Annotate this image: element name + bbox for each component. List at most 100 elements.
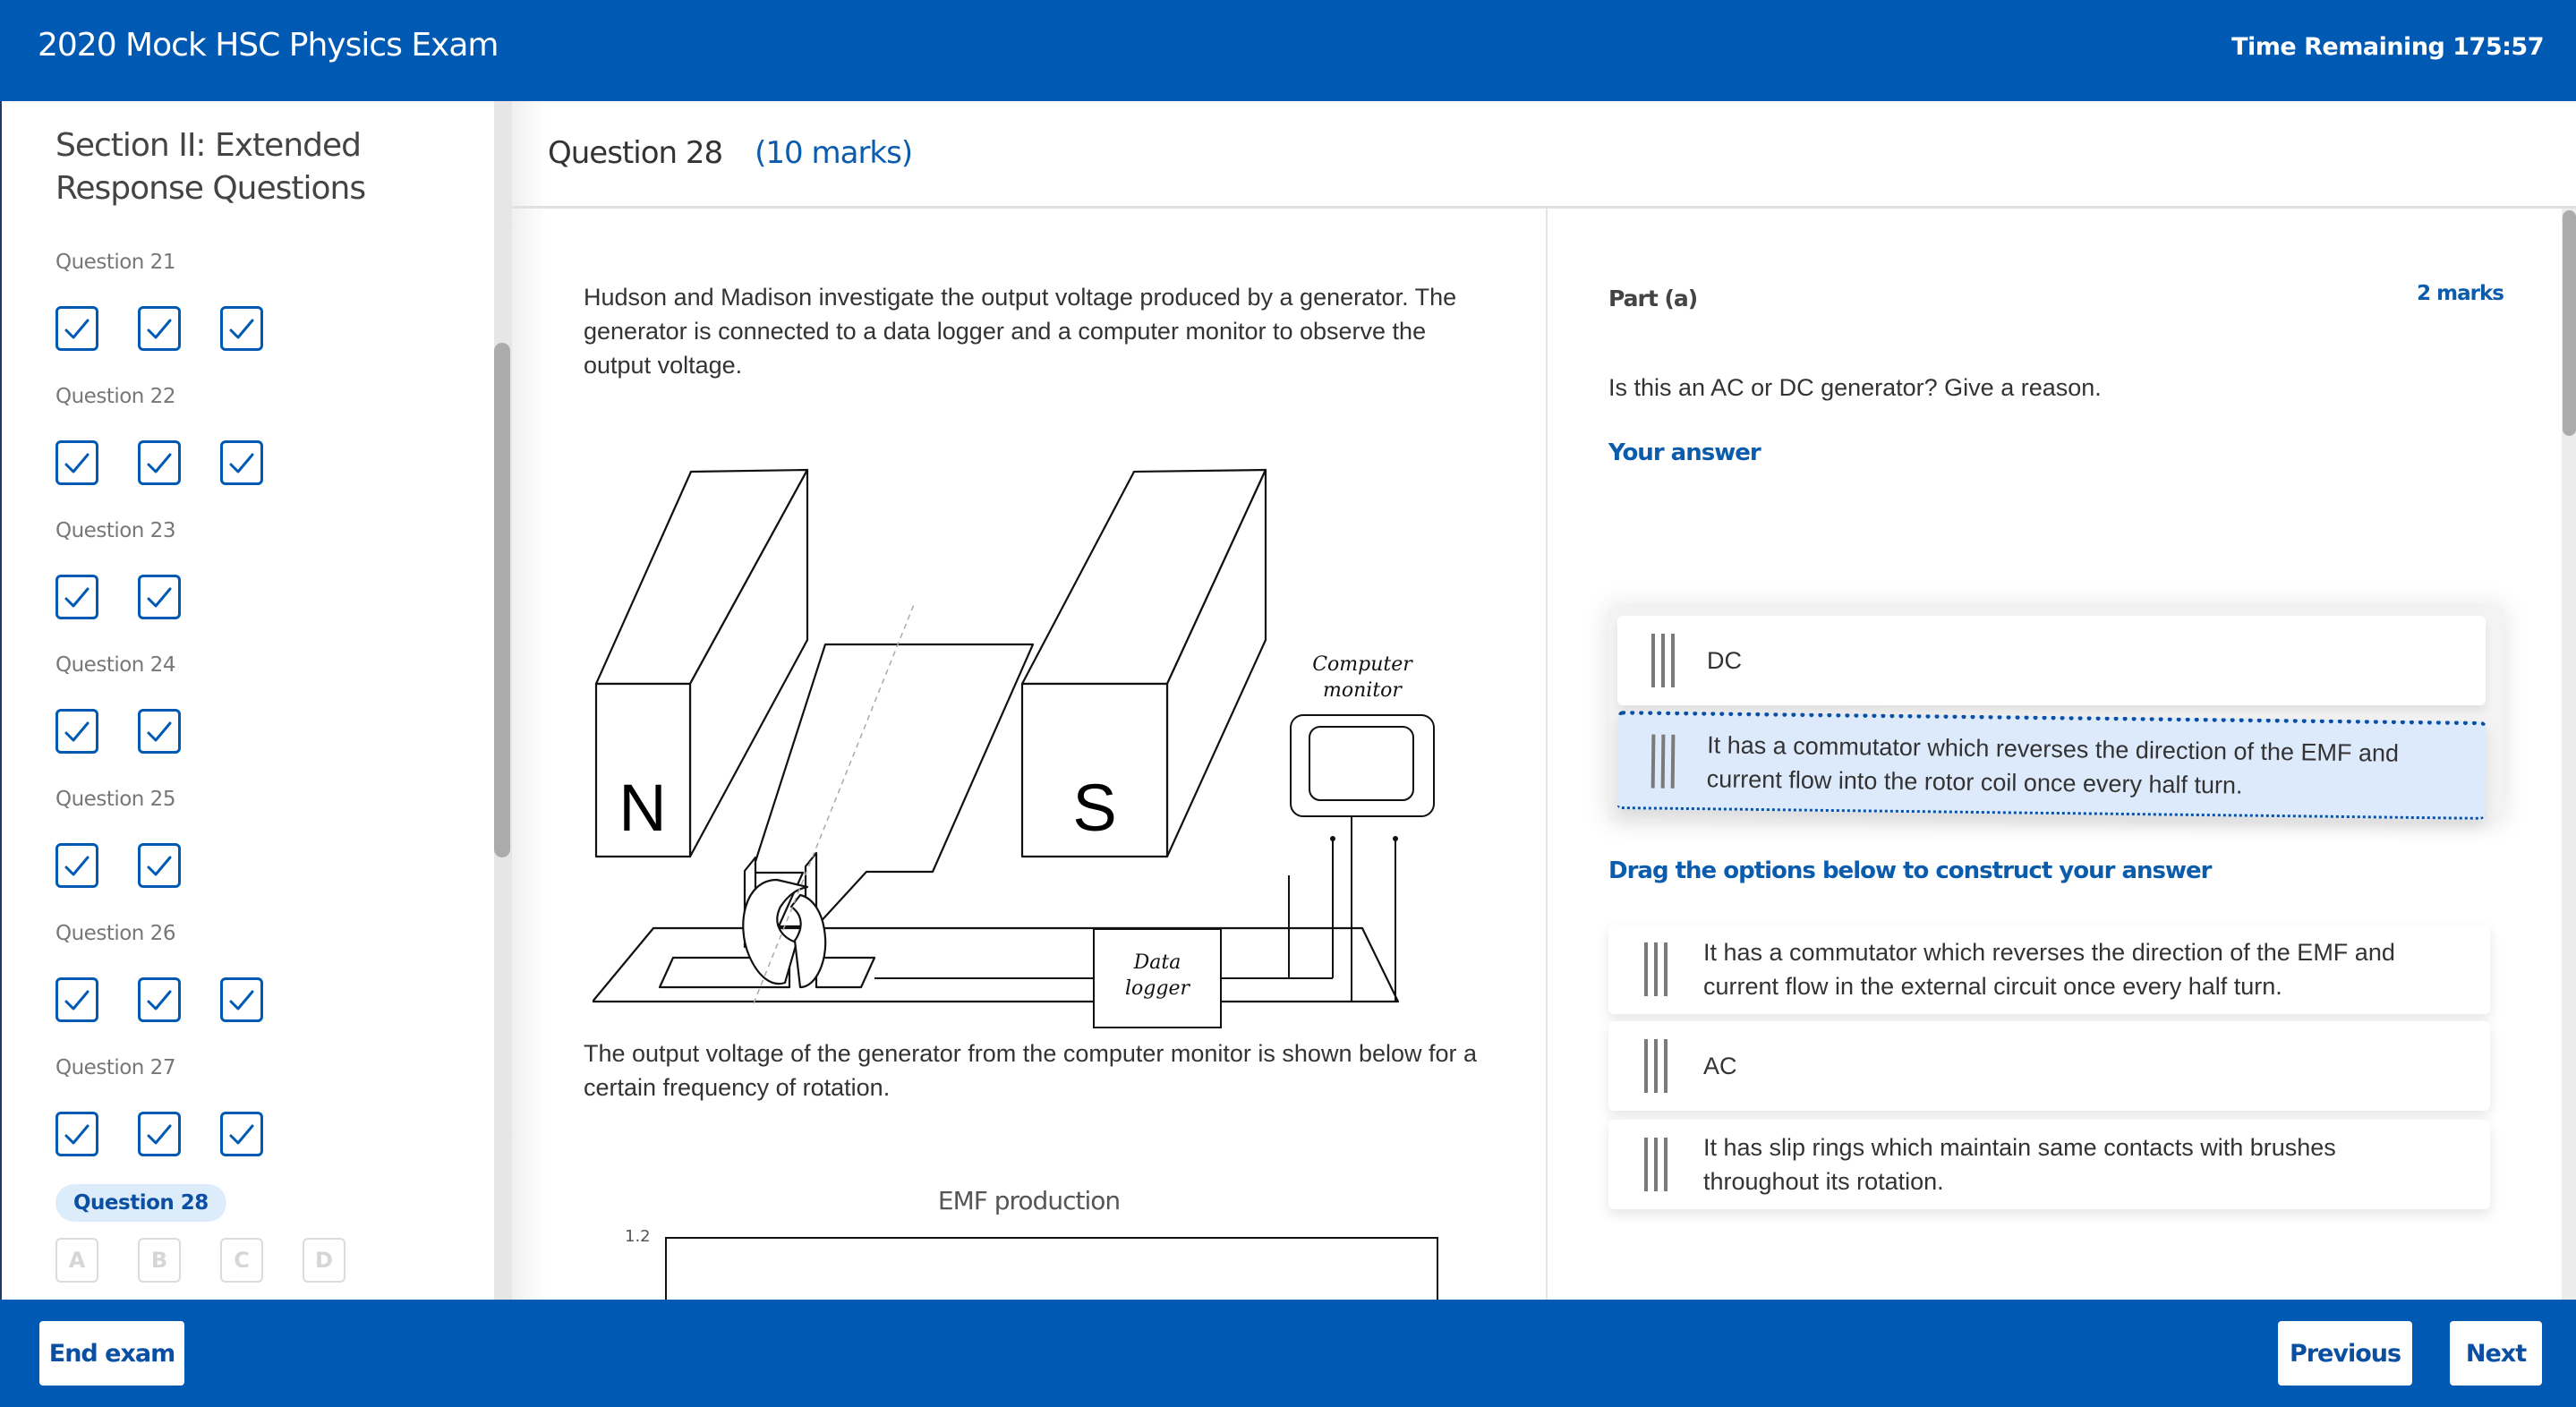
question-label[interactable]: Question 27 [55, 1056, 263, 1085]
question-group: Question 26 [55, 922, 263, 1022]
checkmark-icon [229, 990, 254, 1010]
data-logger-label: Data [1133, 951, 1181, 974]
part-a-label: Part (a) [1608, 286, 1698, 311]
part-complete-checkbox[interactable] [138, 575, 181, 619]
part-complete-checkbox[interactable] [55, 977, 98, 1022]
checkmark-icon [229, 319, 254, 339]
previous-button[interactable]: Previous [2278, 1321, 2412, 1386]
header-divider [512, 206, 2576, 209]
option-text: AC [1703, 1053, 1737, 1079]
monitor-label: Computer [1312, 653, 1413, 676]
part-complete-checkbox[interactable] [55, 440, 98, 485]
checkmark-icon [147, 453, 172, 473]
question-group: Question 21 [55, 251, 263, 351]
sidebar-shadow [512, 101, 548, 1300]
drag-handle-icon[interactable] [1651, 734, 1676, 789]
part-complete-checkbox[interactable] [138, 977, 181, 1022]
your-answer-heading: Your answer [1608, 439, 1761, 466]
part-button-b[interactable]: B [138, 1238, 181, 1283]
checkmark-icon [64, 1124, 90, 1145]
option-item[interactable]: It has slip rings which maintain same co… [1608, 1120, 2490, 1209]
top-bar: 2020 Mock HSC Physics Exam Time Remainin… [0, 0, 2576, 101]
section-title-line: Response Questions [55, 170, 366, 207]
option-item[interactable]: AC [1608, 1021, 2490, 1111]
sidebar-scrollbar-thumb[interactable] [494, 343, 510, 857]
question-label[interactable]: Question 24 [55, 653, 181, 682]
stimulus-text: Hudson and Madison investigate the outpu… [584, 284, 1457, 379]
answer-item-dragging[interactable]: It has a commutator which reverses the d… [1616, 711, 2486, 820]
question-label[interactable]: Question 26 [55, 922, 263, 951]
y-tick-label: 1.2 [625, 1227, 651, 1246]
part-complete-checkbox[interactable] [55, 575, 98, 619]
answer-item[interactable]: DC [1617, 616, 2486, 705]
option-text: It has slip rings which maintain same co… [1703, 1134, 2336, 1195]
part-complete-checkbox[interactable] [220, 1112, 263, 1156]
drag-handle-icon[interactable] [1644, 1039, 1668, 1093]
data-logger-label: logger [1125, 977, 1190, 1000]
bottom-bar: End exam Previous Next [0, 1300, 2576, 1407]
checkmark-icon [64, 990, 90, 1010]
drag-handle-icon[interactable] [1651, 634, 1675, 687]
part-status-list [55, 843, 181, 888]
answer-item-text: DC [1707, 647, 1742, 674]
checkmark-icon [147, 721, 172, 742]
drag-handle-icon[interactable] [1644, 1138, 1668, 1191]
pane-divider [1546, 209, 1548, 1300]
question-label[interactable]: Question 22 [55, 385, 263, 414]
end-exam-button[interactable]: End exam [39, 1321, 184, 1386]
checkmark-icon [64, 856, 90, 876]
part-complete-checkbox[interactable] [220, 306, 263, 351]
next-button[interactable]: Next [2450, 1321, 2542, 1386]
north-label: N [618, 771, 666, 845]
answer-item-text: It has a commutator which reverses the d… [1706, 731, 2400, 799]
part-status-list [55, 306, 263, 351]
monitor-label: monitor [1323, 679, 1403, 702]
generator-diagram: N S Data logger Computer monitor [593, 468, 1435, 1028]
part-status-list [55, 575, 181, 619]
part-status-list [55, 709, 181, 754]
checkmark-icon [64, 319, 90, 339]
drag-handle-icon[interactable] [1644, 942, 1668, 996]
part-status-list [55, 440, 263, 485]
part-complete-checkbox[interactable] [220, 440, 263, 485]
checkmark-icon [147, 319, 172, 339]
part-button-d[interactable]: D [303, 1238, 345, 1283]
question-navigator: Section II: Extended Response Questions … [0, 101, 494, 1300]
part-a-marks: 2 marks [2417, 282, 2504, 305]
question-group: Question 23 [55, 519, 181, 619]
south-label: S [1072, 771, 1116, 845]
checkmark-icon [229, 1124, 254, 1145]
current-question-badge[interactable]: Question 28 [55, 1184, 226, 1222]
option-item[interactable]: It has a commutator which reverses the d… [1608, 925, 2490, 1014]
part-complete-checkbox[interactable] [55, 1112, 98, 1156]
section-title-line: Section II: Extended [55, 127, 362, 164]
question-title: Question 28 [548, 135, 723, 171]
part-complete-checkbox[interactable] [138, 709, 181, 754]
part-complete-checkbox[interactable] [55, 843, 98, 888]
current-question-parts: ABCD [55, 1238, 345, 1283]
part-complete-checkbox[interactable] [55, 306, 98, 351]
part-button-a[interactable]: A [55, 1238, 98, 1283]
part-complete-checkbox[interactable] [55, 709, 98, 754]
part-status-list [55, 977, 263, 1022]
question-label[interactable]: Question 21 [55, 251, 263, 279]
question-group: Question 22 [55, 385, 263, 485]
answer-pane-scrollbar-thumb[interactable] [2563, 210, 2576, 436]
checkmark-icon [147, 587, 172, 608]
section-title: Section II: Extended Response Questions [55, 124, 366, 210]
part-complete-checkbox[interactable] [138, 440, 181, 485]
question-group: Question 24 [55, 653, 181, 754]
question-group: Question 25 [55, 788, 181, 888]
checkmark-icon [147, 1124, 172, 1145]
part-status-list [55, 1112, 263, 1156]
part-complete-checkbox[interactable] [138, 306, 181, 351]
chart-plot-area [665, 1237, 1438, 1300]
question-label[interactable]: Question 23 [55, 519, 181, 548]
part-complete-checkbox[interactable] [220, 977, 263, 1022]
part-complete-checkbox[interactable] [138, 843, 181, 888]
question-label[interactable]: Question 25 [55, 788, 181, 816]
chart-title: EMF production [937, 1186, 1121, 1215]
part-complete-checkbox[interactable] [138, 1112, 181, 1156]
checkmark-icon [229, 453, 254, 473]
part-button-c[interactable]: C [220, 1238, 263, 1283]
